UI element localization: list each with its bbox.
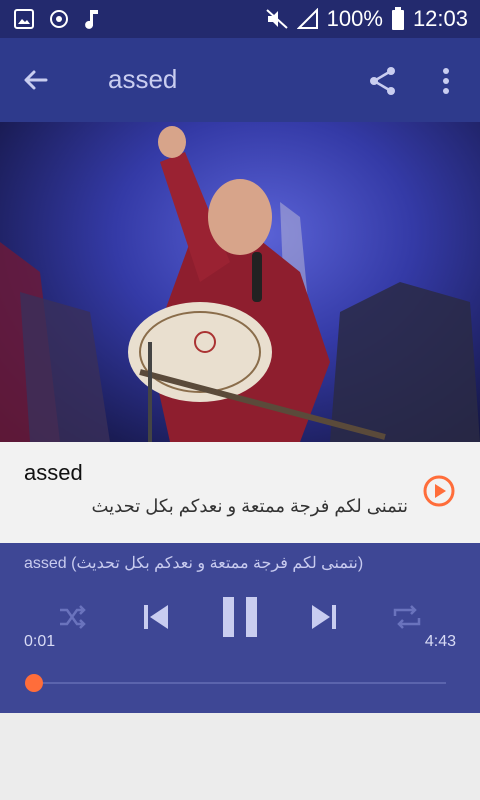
sync-icon [48, 8, 70, 30]
more-vert-icon[interactable] [436, 64, 456, 98]
total-duration: 4:43 [424, 633, 456, 650]
battery-icon [391, 7, 405, 31]
song-info-card[interactable]: assed نتمنى لكم فرجة ممتعة و نعدكم بكل ت… [0, 442, 480, 543]
music-player: assed (نتمنى لكم فرجة ممتعة و نعدكم بكل … [0, 543, 480, 713]
image-icon [14, 9, 34, 29]
music-note-icon [84, 8, 100, 30]
status-bar: 100% 12:03 [0, 0, 480, 38]
previous-icon[interactable] [138, 599, 174, 635]
status-left-icons [14, 8, 100, 30]
share-icon[interactable] [366, 64, 400, 98]
empty-content-area [0, 713, 480, 800]
play-circle-icon[interactable] [422, 474, 456, 508]
mute-icon [265, 8, 289, 30]
repeat-icon[interactable] [390, 601, 424, 633]
pause-icon[interactable] [218, 593, 262, 641]
song-subtitle: نتمنى لكم فرجة ممتعة و نعدكم بكل تحديث [91, 496, 408, 516]
page-title: assed [108, 64, 178, 94]
seek-bar-thumb[interactable] [25, 674, 43, 692]
next-icon[interactable] [306, 599, 342, 635]
seek-bar-track[interactable] [34, 682, 446, 684]
back-arrow-icon[interactable] [18, 64, 54, 96]
video-thumbnail[interactable] [0, 122, 480, 442]
shuffle-icon[interactable] [56, 601, 88, 633]
clock: 12:03 [412, 6, 468, 31]
elapsed-time: 0:01 [24, 633, 56, 650]
song-title: assed [24, 460, 83, 485]
now-playing-label: assed (نتمنى لكم فرجة ممتعة و نعدكم بكل … [24, 555, 364, 572]
performer-artwork [0, 126, 480, 442]
signal-icon [296, 8, 319, 30]
status-right-icons: 100% 12:03 [265, 6, 468, 32]
battery-percent: 100% [326, 6, 383, 31]
app-bar: assed [0, 38, 480, 122]
